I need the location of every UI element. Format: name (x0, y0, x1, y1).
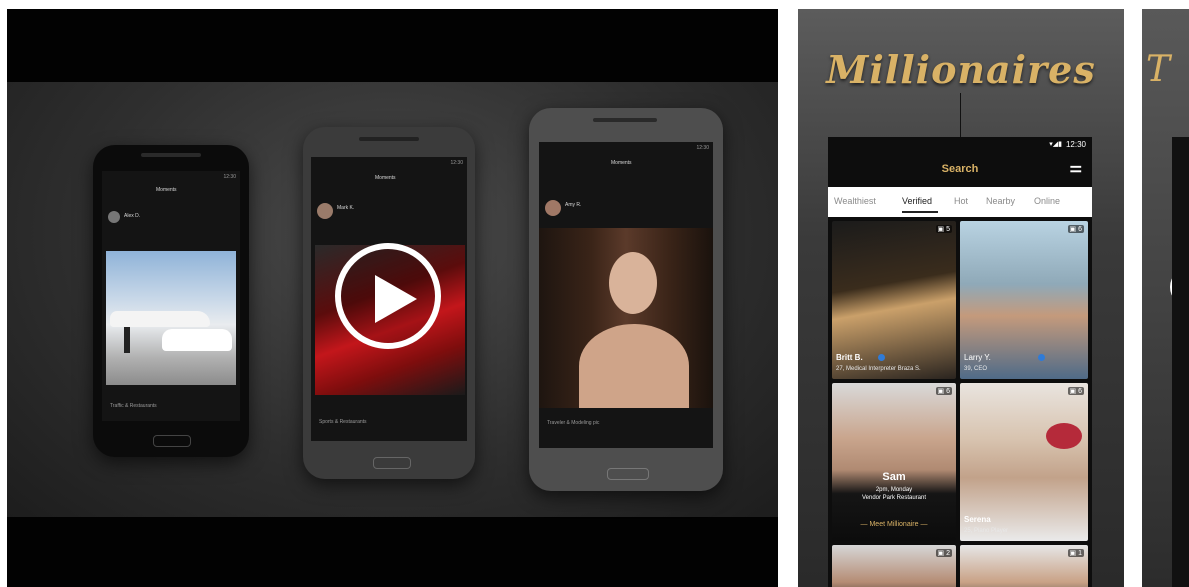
profile-name: Serena (964, 515, 991, 524)
profile-card[interactable]: ▣ 5 Britt B. 27, Medical Interpreter Bra… (832, 221, 956, 379)
play-button[interactable] (335, 243, 441, 349)
post-user-name: Alex D. (124, 213, 141, 219)
photo-count-badge: ▣ 6 (1067, 387, 1084, 395)
phone-right: 12:30 Moments Amy R. Traveler & Modeling… (529, 108, 723, 491)
app-screenshot-next-cropped[interactable]: T (1142, 9, 1189, 587)
title-connector (960, 93, 961, 137)
post-caption: Sports & Restaurants (319, 419, 367, 425)
search-header: Search ⚌ (828, 153, 1092, 187)
status-time: 12:30 (223, 174, 236, 180)
profile-name: Britt B. (836, 353, 863, 362)
meetup-time: 2pm, Monday (875, 487, 913, 493)
profile-name: Larry Y. (964, 353, 991, 362)
avatar (317, 203, 333, 219)
play-icon (375, 275, 417, 323)
active-tab-indicator (902, 211, 938, 213)
photo-count-badge: ▣ 2 (935, 549, 952, 557)
app-screenshot-search[interactable]: Millionaires ▾◢▮ 12:30 Search ⚌ Wealthie… (798, 9, 1124, 587)
signal-battery-icon: ▾◢▮ (1049, 141, 1062, 148)
moments-header: Moments (611, 160, 632, 166)
profile-detail: 27, Medical Interpreter Braza S. (836, 366, 921, 372)
tab-online[interactable]: Online (1034, 196, 1060, 206)
post-photo-portrait (539, 228, 713, 408)
status-time: 12:30 (450, 160, 463, 166)
filter-tabs: Wealthiest Verified Hot Nearby Online (828, 187, 1092, 217)
home-button (153, 435, 191, 447)
post-caption: Traveler & Modeling pic (547, 420, 600, 426)
status-time: 12:30 (696, 145, 709, 151)
profile-card-sam[interactable]: ▣ 6 Sam 2pm, Monday Vendor Park Restaura… (832, 383, 956, 541)
photo-count-badge: ▣ 5 (935, 225, 952, 233)
profile-detail: 39, CEO (964, 366, 988, 372)
flowers-decoration (1046, 423, 1082, 449)
verified-badge-icon (878, 354, 885, 361)
cropped-title-glyph: T (1146, 49, 1171, 90)
phone-left-screen: 12:30 Moments Alex D. Traffic & Restaura… (102, 171, 240, 421)
home-button (373, 457, 411, 469)
avatar (545, 200, 561, 216)
post-photo-jet (106, 251, 236, 385)
search-title: Search (941, 163, 979, 175)
post-caption: Traffic & Restaurants (110, 403, 157, 409)
app-device-screen: ▾◢▮ 12:30 Search ⚌ Wealthiest Verified H… (828, 137, 1092, 587)
moments-header: Moments (156, 187, 177, 193)
profile-card[interactable]: ▣ 1 (960, 545, 1088, 587)
tab-hot[interactable]: Hot (954, 196, 968, 206)
verified-badge-icon (1038, 354, 1045, 361)
meetup-place: Vendor Park Restaurant (861, 495, 927, 501)
photo-count-badge: ▣ 1 (1067, 549, 1084, 557)
meetup-name: Sam (882, 471, 906, 483)
phone-left: 12:30 Moments Alex D. Traffic & Restaura… (93, 145, 249, 457)
profile-detail: 25, Piano Player (964, 528, 1009, 534)
post-user-name: Amy R. (565, 202, 582, 208)
tab-nearby[interactable]: Nearby (986, 196, 1015, 206)
promo-title: Millionaires (826, 47, 1096, 92)
profile-card[interactable]: ▣ 2 (832, 545, 956, 587)
photo-count-badge: ▣ 6 (935, 387, 952, 395)
profile-card[interactable]: ▣ 6 Larry Y. 39, CEO (960, 221, 1088, 379)
letterbox-bottom (7, 517, 778, 587)
home-button (607, 468, 649, 480)
status-bar: ▾◢▮ 12:30 (828, 137, 1092, 153)
avatar (108, 211, 120, 223)
letterbox-top (7, 9, 778, 82)
moments-header: Moments (375, 175, 396, 181)
tab-verified[interactable]: Verified (902, 196, 932, 206)
status-time: 12:30 (1065, 140, 1086, 149)
meet-millionaire-link[interactable]: — Meet Millionaire — (832, 521, 956, 528)
phone-right-screen: 12:30 Moments Amy R. Traveler & Modeling… (539, 142, 713, 448)
photo-count-badge: ▣ 6 (1067, 225, 1084, 233)
post-user-name: Mark K. (337, 205, 355, 211)
cropped-device-edge (1172, 137, 1189, 587)
tab-wealthiest[interactable]: Wealthiest (834, 196, 876, 206)
filter-sliders-icon[interactable]: ⚌ (1069, 159, 1082, 176)
promo-video-panel[interactable]: 12:30 Moments Alex D. Traffic & Restaura… (7, 9, 778, 587)
profile-card[interactable]: ▣ 6 Serena 25, Piano Player (960, 383, 1088, 541)
